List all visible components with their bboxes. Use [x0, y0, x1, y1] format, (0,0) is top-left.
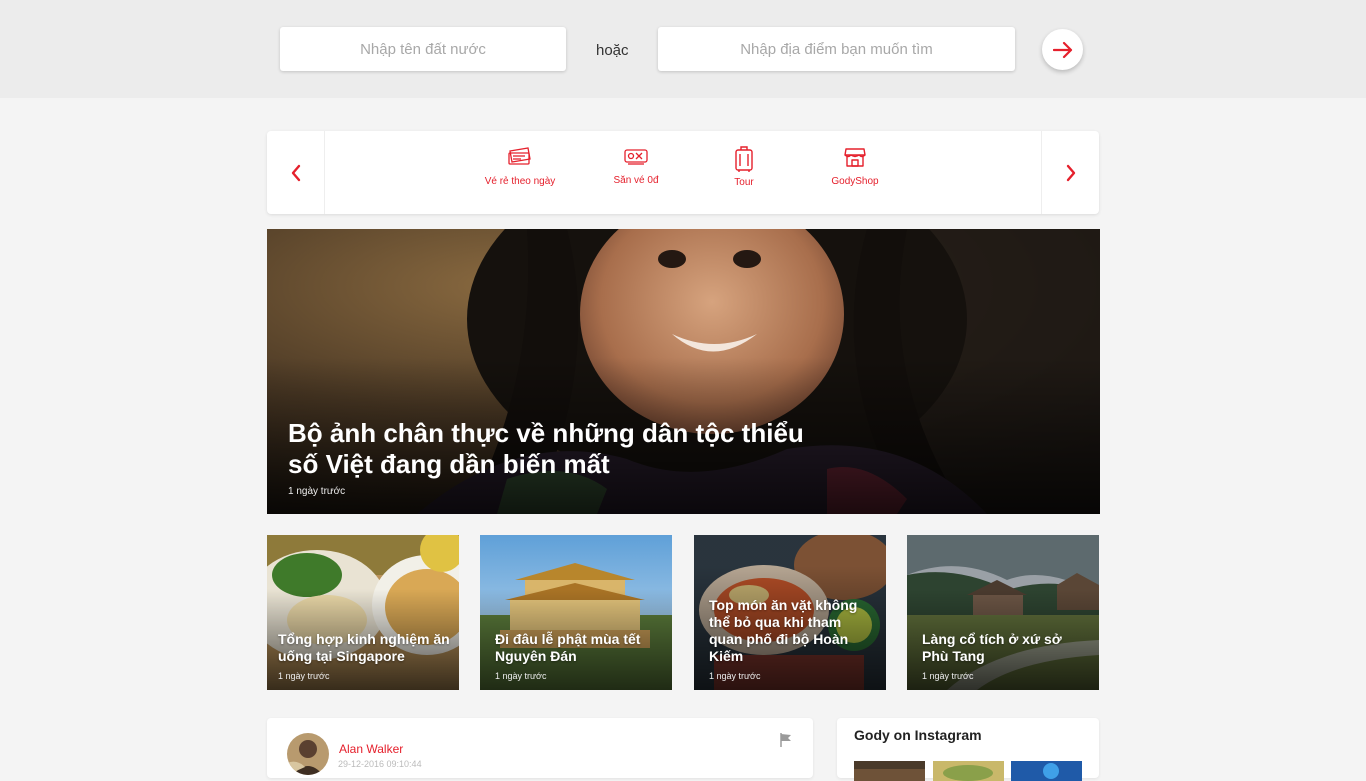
- category-nav: Vé rẻ theo ngày Săn vé 0đ Tour GodyShop: [267, 131, 1099, 214]
- nav-item-godyshop[interactable]: GodyShop: [800, 145, 910, 187]
- article-photo: [267, 535, 459, 690]
- nav-item-cheap-tickets[interactable]: Vé rẻ theo ngày: [465, 145, 575, 187]
- place-input[interactable]: [658, 27, 1015, 71]
- article-card[interactable]: Tổng hợp kinh nghiệm ăn uống tại Singapo…: [267, 535, 459, 690]
- article-timestamp: 1 ngày trước: [922, 671, 974, 681]
- article-timestamp: 1 ngày trước: [278, 671, 330, 681]
- instagram-card: Gody on Instagram: [837, 718, 1099, 781]
- free-ticket-icon: [624, 149, 648, 165]
- article-title: Làng cổ tích ở xứ sở Phù Tang: [922, 631, 1062, 664]
- article-card[interactable]: Đi đâu lễ phật mùa tết Nguyên Đán 1 ngày…: [480, 535, 672, 690]
- or-label: hoặc: [596, 42, 629, 59]
- flag-icon[interactable]: [779, 732, 793, 748]
- post-author[interactable]: Alan Walker: [339, 742, 403, 756]
- nav-item-label: Săn vé 0đ: [613, 175, 659, 186]
- arrow-right-icon: [1052, 41, 1072, 58]
- article-title: Tổng hợp kinh nghiệm ăn uống tại Singapo…: [278, 631, 450, 664]
- chevron-left-icon: [291, 164, 300, 181]
- luggage-icon: [735, 146, 753, 172]
- nav-item-tour[interactable]: Tour: [689, 145, 799, 188]
- article-title: Đi đâu lễ phật mùa tết Nguyên Đán: [495, 631, 641, 664]
- hero-timestamp: 1 ngày trước: [288, 486, 346, 497]
- chevron-right-icon: [1066, 164, 1075, 181]
- nav-prev-button[interactable]: [267, 131, 325, 214]
- article-photo: [480, 535, 672, 690]
- nav-item-label: GodyShop: [831, 176, 879, 187]
- post-card: Alan Walker 29-12-2016 09:10:44: [267, 718, 813, 778]
- article-card[interactable]: Top món ăn vặt không thể bỏ qua khi tham…: [694, 535, 886, 690]
- instagram-thumbnail[interactable]: [854, 761, 925, 781]
- instagram-thumbnail[interactable]: [1011, 761, 1082, 781]
- search-bar: hoặc: [0, 0, 1366, 98]
- nav-item-label: Tour: [734, 177, 754, 188]
- avatar[interactable]: [287, 733, 329, 775]
- hero-title[interactable]: Bộ ảnh chân thực về những dân tộc thiểu …: [288, 418, 808, 480]
- article-timestamp: 1 ngày trước: [495, 671, 547, 681]
- ticket-icon: [508, 147, 531, 165]
- nav-next-button[interactable]: [1041, 131, 1099, 214]
- instagram-title: Gody on Instagram: [854, 727, 982, 743]
- country-input[interactable]: [280, 27, 566, 71]
- article-title: Top món ăn vặt không thể bỏ qua khi tham…: [709, 597, 858, 664]
- hero-article[interactable]: Bộ ảnh chân thực về những dân tộc thiểu …: [267, 229, 1100, 514]
- nav-item-label: Vé rẻ theo ngày: [484, 176, 556, 187]
- nav-item-free-tickets[interactable]: Săn vé 0đ: [581, 145, 691, 186]
- article-photo: [907, 535, 1099, 690]
- search-submit-button[interactable]: [1042, 29, 1083, 70]
- article-timestamp: 1 ngày trước: [709, 671, 761, 681]
- shop-icon: [844, 148, 866, 167]
- article-card[interactable]: Làng cổ tích ở xứ sở Phù Tang 1 ngày trư…: [907, 535, 1099, 690]
- instagram-thumbnail[interactable]: [933, 761, 1004, 781]
